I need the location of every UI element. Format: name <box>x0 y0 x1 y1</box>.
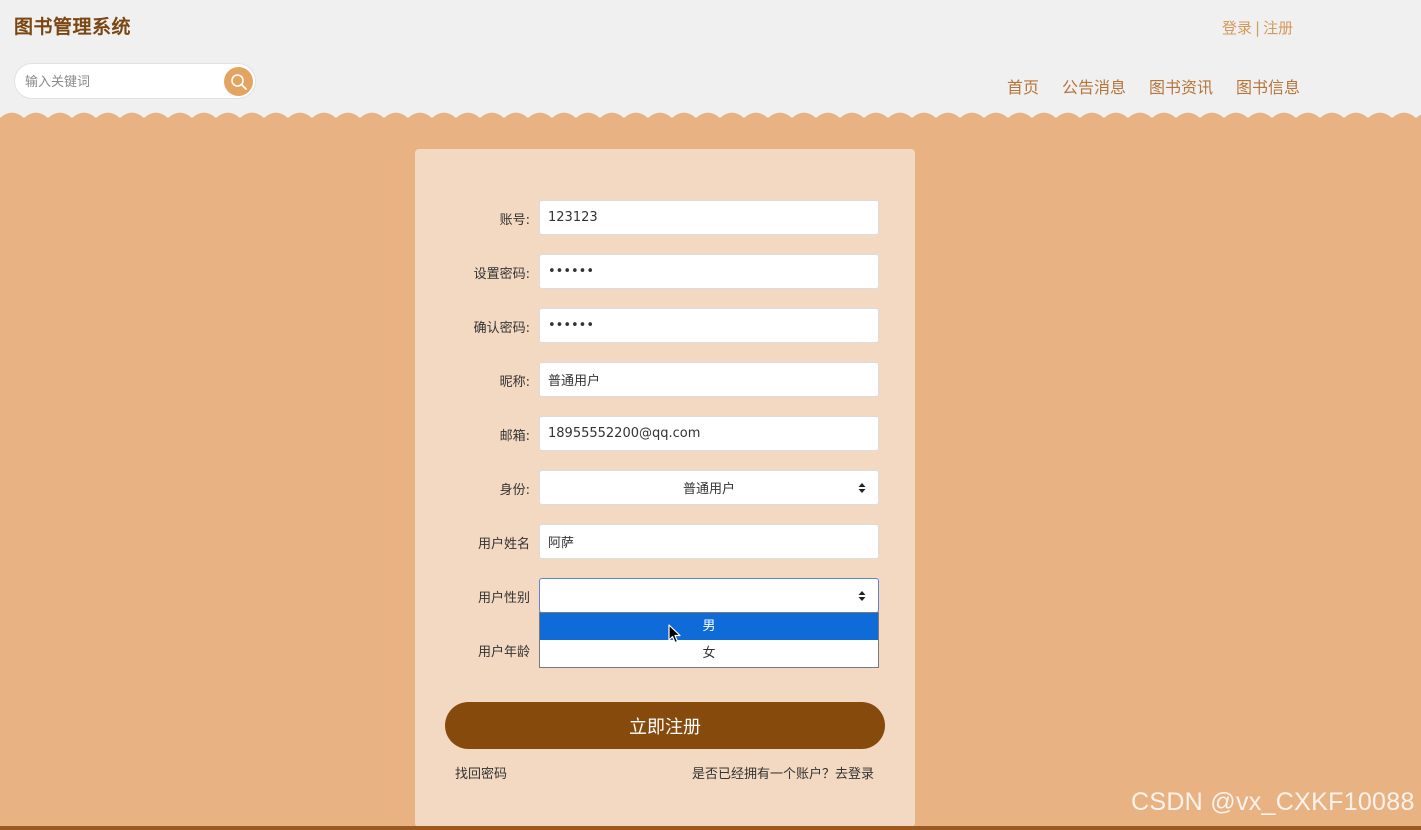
nickname-label: 昵称: <box>499 375 530 390</box>
email-input[interactable] <box>539 416 879 451</box>
search-icon <box>230 73 247 90</box>
real-name-input[interactable] <box>539 524 879 559</box>
gender-option-female[interactable]: 女 <box>540 640 878 667</box>
mouse-cursor-icon <box>668 624 681 644</box>
main-nav: 首页 公告消息 图书资讯 图书信息 <box>1007 74 1300 98</box>
search-button[interactable] <box>224 67 253 96</box>
bottom-strip <box>0 826 1421 830</box>
forgot-password-link[interactable]: 找回密码 <box>455 763 507 782</box>
email-label: 邮箱: <box>499 429 530 444</box>
auth-links: 登录 | 注册 <box>1222 17 1293 38</box>
nav-item-home[interactable]: 首页 <box>1007 74 1039 98</box>
register-card: 账号: 设置密码: 确认密码: 昵称: 邮箱: 身份: 普通用户 用户姓名 用户… <box>415 149 915 827</box>
account-row: 账号: <box>415 200 915 235</box>
gender-option-male[interactable]: 男 <box>540 613 878 640</box>
nickname-row: 昵称: <box>415 362 915 397</box>
header-wave-divider <box>0 110 1421 118</box>
identity-select-value: 普通用户 <box>682 482 735 497</box>
nav-item-announcements[interactable]: 公告消息 <box>1062 74 1126 98</box>
email-row: 邮箱: <box>415 416 915 451</box>
password-label: 设置密码: <box>473 267 530 282</box>
register-link[interactable]: 注册 <box>1263 19 1293 37</box>
confirm-password-row: 确认密码: <box>415 308 915 343</box>
select-arrows-icon <box>858 483 866 493</box>
gender-row: 用户性别 <box>415 578 915 613</box>
watermark: CSDN @vx_CXKF10088 <box>1131 788 1415 816</box>
account-label: 账号: <box>499 213 530 228</box>
auth-separator: | <box>1255 19 1261 37</box>
password-input[interactable] <box>539 254 879 289</box>
age-label: 用户年龄 <box>477 645 530 660</box>
password-row: 设置密码: <box>415 254 915 289</box>
confirm-password-input[interactable] <box>539 308 879 343</box>
site-title: 图书管理系统 <box>14 16 132 38</box>
real-name-row: 用户姓名 <box>415 524 915 559</box>
select-arrows-icon <box>858 591 866 601</box>
identity-label: 身份: <box>499 483 530 498</box>
search-box <box>14 63 256 99</box>
confirm-password-label: 确认密码: <box>473 321 530 336</box>
identity-row: 身份: 普通用户 <box>415 470 915 505</box>
login-link[interactable]: 登录 <box>1222 19 1252 37</box>
gender-dropdown-list: 男 女 <box>539 612 879 668</box>
real-name-label: 用户姓名 <box>477 537 530 552</box>
account-input[interactable] <box>539 200 879 235</box>
identity-select[interactable]: 普通用户 <box>539 470 879 505</box>
gender-select[interactable] <box>539 578 879 613</box>
nav-item-book-info[interactable]: 图书信息 <box>1236 74 1300 98</box>
nickname-input[interactable] <box>539 362 879 397</box>
register-submit-button[interactable]: 立即注册 <box>445 702 885 749</box>
search-input[interactable] <box>23 71 227 93</box>
gender-label: 用户性别 <box>477 591 530 606</box>
nav-item-book-news[interactable]: 图书资讯 <box>1149 74 1213 98</box>
header: 图书管理系统 登录|注册 首页 公告消息 图书资讯 图书信息 <box>0 0 1421 112</box>
go-login-link[interactable]: 是否已经拥有一个账户？去登录 <box>692 763 874 782</box>
